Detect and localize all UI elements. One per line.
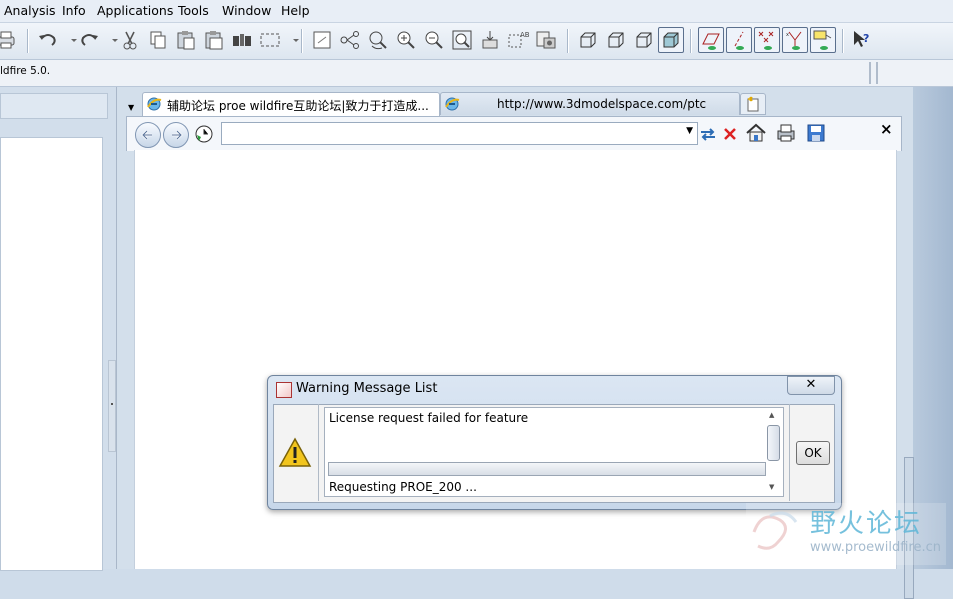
menu-bar: Analysis Info Applications Tools Window … bbox=[0, 0, 953, 23]
saved-views-icon[interactable]: AB bbox=[506, 28, 530, 52]
warning-icon bbox=[278, 437, 312, 467]
home-icon bbox=[746, 123, 766, 142]
tab-list-dropdown-icon[interactable]: ▼ bbox=[128, 103, 134, 112]
hidden-line-icon[interactable] bbox=[604, 28, 628, 52]
save-page-button[interactable] bbox=[805, 122, 827, 144]
undo-icon[interactable] bbox=[36, 28, 60, 52]
datum-planes-icon[interactable] bbox=[698, 27, 724, 53]
browser-tab-3dmodelspace[interactable]: http://www.3dmodelspace.com/ptc bbox=[440, 92, 740, 115]
wireframe-icon[interactable] bbox=[576, 28, 600, 52]
request-status-text: Requesting PROE_200 ... bbox=[329, 480, 477, 494]
print-icon[interactable] bbox=[0, 28, 18, 52]
forward-arrow-icon bbox=[172, 130, 183, 140]
navigator-tree[interactable] bbox=[0, 137, 103, 571]
zoom-out-icon[interactable] bbox=[422, 28, 446, 52]
annotations-icon[interactable] bbox=[810, 27, 836, 53]
panel-sash-handle[interactable] bbox=[108, 360, 116, 452]
message-area: ldfire 5.0. bbox=[0, 60, 953, 87]
zoom-fit-icon[interactable] bbox=[450, 28, 474, 52]
datum-points-icon[interactable] bbox=[754, 27, 780, 53]
url-dropdown-icon[interactable]: ▼ bbox=[686, 126, 693, 136]
paste-icon[interactable] bbox=[174, 28, 198, 52]
no-hidden-icon[interactable] bbox=[632, 28, 656, 52]
ok-button[interactable]: OK bbox=[796, 441, 830, 465]
floppy-save-icon bbox=[807, 124, 825, 142]
regenerate-icon[interactable] bbox=[230, 28, 254, 52]
scroll-thumb[interactable] bbox=[767, 425, 780, 461]
menu-info[interactable]: Info bbox=[62, 3, 86, 18]
select-box-icon[interactable] bbox=[258, 28, 282, 52]
dialog-title: Warning Message List bbox=[296, 381, 438, 396]
new-tab-button[interactable] bbox=[740, 93, 766, 115]
dialog-close-button[interactable]: ✕ bbox=[787, 376, 835, 395]
navigator-header bbox=[0, 93, 108, 119]
back-button[interactable] bbox=[135, 122, 161, 148]
redo-icon[interactable] bbox=[77, 28, 101, 52]
history-button[interactable] bbox=[193, 123, 215, 145]
svg-text:AB: AB bbox=[520, 31, 530, 39]
context-help-icon[interactable]: ? bbox=[850, 28, 874, 52]
menu-window[interactable]: Window bbox=[222, 3, 271, 18]
dialog-window-icon bbox=[276, 382, 292, 398]
browser-tab-forum[interactable]: 辅助论坛 proe wildfire互助论坛|致力于打造成... bbox=[142, 92, 440, 117]
menu-applications[interactable]: Applications bbox=[97, 3, 173, 18]
menu-tools[interactable]: Tools bbox=[178, 3, 209, 18]
shading-icon[interactable] bbox=[658, 27, 684, 53]
orient-icon[interactable] bbox=[366, 28, 390, 52]
navigator-panel bbox=[0, 87, 117, 571]
cut-icon[interactable] bbox=[118, 28, 142, 52]
ie-globe-icon bbox=[147, 97, 162, 111]
svg-text:?: ? bbox=[863, 32, 869, 45]
layers-icon[interactable] bbox=[534, 28, 558, 52]
stop-x-icon bbox=[724, 128, 736, 140]
progress-bar bbox=[328, 462, 766, 476]
url-input[interactable]: ▼ bbox=[221, 122, 698, 145]
redo-dropdown-icon[interactable] bbox=[103, 28, 118, 52]
svg-text:x: x bbox=[786, 32, 789, 38]
watermark-url: www.proewildfire.cn bbox=[810, 540, 941, 555]
refresh-button[interactable] bbox=[697, 123, 719, 145]
message-text: ldfire 5.0. bbox=[0, 65, 51, 77]
ie-globe-icon bbox=[445, 97, 460, 111]
scroll-up-icon[interactable]: ▲ bbox=[769, 411, 774, 419]
coordinate-systems-icon[interactable]: x bbox=[782, 27, 808, 53]
undo-dropdown-icon[interactable] bbox=[62, 28, 77, 52]
browser-tab-label: 辅助论坛 proe wildfire互助论坛|致力于打造成... bbox=[167, 99, 429, 113]
message-scrollbar[interactable]: ▲ ▼ bbox=[765, 409, 781, 493]
zoom-in-icon[interactable] bbox=[394, 28, 418, 52]
print-page-button[interactable] bbox=[775, 122, 797, 144]
printer-icon bbox=[777, 124, 795, 142]
home-button[interactable] bbox=[745, 122, 767, 144]
history-clock-icon bbox=[195, 125, 213, 143]
close-browser-button[interactable]: × bbox=[880, 120, 893, 138]
new-tab-icon bbox=[747, 96, 759, 112]
menu-help[interactable]: Help bbox=[281, 3, 310, 18]
datum-axes-icon[interactable] bbox=[726, 27, 752, 53]
browser-tab-label: http://www.3dmodelspace.com/ptc bbox=[497, 97, 707, 111]
copy-icon[interactable] bbox=[146, 28, 170, 52]
paste-special-icon[interactable] bbox=[202, 28, 226, 52]
graphics-window-edge bbox=[904, 87, 953, 599]
spin-center-icon[interactable] bbox=[338, 28, 362, 52]
scroll-down-icon[interactable]: ▼ bbox=[769, 483, 774, 491]
stop-button[interactable] bbox=[719, 123, 741, 145]
warning-message-text: License request failed for feature bbox=[329, 411, 529, 425]
refresh-icon bbox=[701, 128, 715, 141]
select-dropdown-icon[interactable] bbox=[284, 28, 299, 52]
forward-button[interactable] bbox=[163, 122, 189, 148]
repaint-icon[interactable] bbox=[478, 28, 502, 52]
watermark-title: 野火论坛 bbox=[810, 509, 923, 539]
main-toolbar: AB x ? bbox=[0, 23, 953, 60]
refit-icon[interactable] bbox=[310, 28, 334, 52]
menu-analysis[interactable]: Analysis bbox=[4, 3, 56, 18]
back-arrow-icon bbox=[141, 130, 152, 140]
